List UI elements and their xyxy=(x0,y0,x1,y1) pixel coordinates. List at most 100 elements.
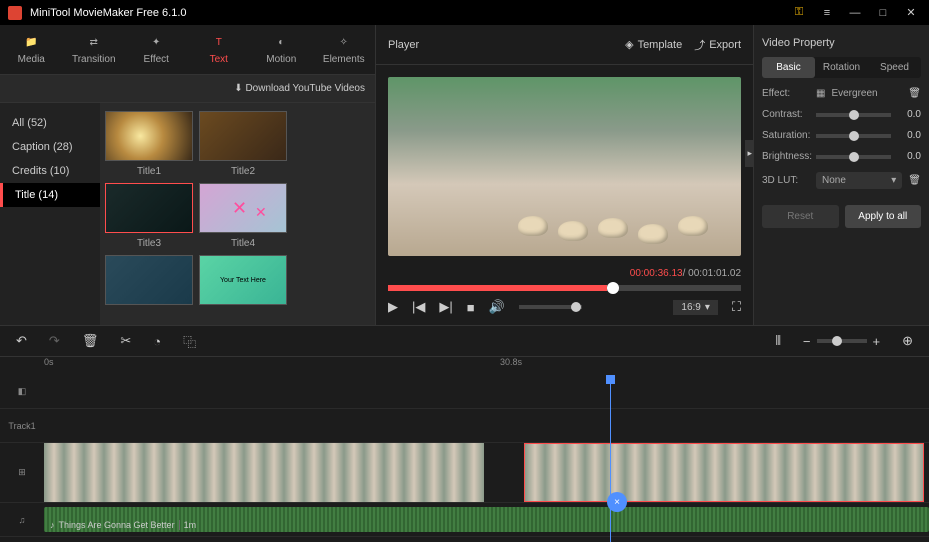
marker-track: ◧ xyxy=(0,375,929,409)
expand-icon[interactable]: ▸ xyxy=(745,140,754,167)
playhead[interactable] xyxy=(610,375,611,542)
folder-icon: 📁 xyxy=(23,35,39,51)
text-icon: T xyxy=(211,35,227,51)
saturation-slider[interactable] xyxy=(816,134,891,138)
seek-bar[interactable] xyxy=(388,285,741,291)
main-area: 📁Media ⇄Transition ✦Effect TText ◐Motion… xyxy=(0,25,929,325)
tab-effect[interactable]: ✦Effect xyxy=(125,25,188,74)
crop-button[interactable]: ⿻ xyxy=(183,332,196,351)
tab-text[interactable]: TText xyxy=(188,25,251,74)
library-subheader: ⬇ Download YouTube Videos xyxy=(0,75,375,103)
preset-icon[interactable]: ▦ xyxy=(816,88,825,99)
volume-slider[interactable] xyxy=(519,305,582,309)
close-button[interactable]: ✕ xyxy=(901,3,921,23)
snap-button[interactable]: ⫴ xyxy=(775,333,780,349)
time-display: 00:00:36.13 / 00:01:01.02 xyxy=(376,268,753,285)
transition-marker[interactable]: × xyxy=(607,492,627,512)
apply-all-button[interactable]: Apply to all xyxy=(845,205,922,228)
props-tabs: Basic Rotation Speed xyxy=(762,57,921,78)
video-clip[interactable] xyxy=(44,443,484,502)
note-icon: ♪ xyxy=(50,520,55,530)
effect-value: Evergreen xyxy=(831,88,902,99)
export-button[interactable]: ⤴ Export xyxy=(694,37,741,53)
tracks-area: ◧ Track1 ⊞ × ♫ ♪ Things Are Gonna Get Be… xyxy=(0,375,929,542)
fit-button[interactable]: ⊕ xyxy=(902,333,913,349)
play-button[interactable]: ▶ xyxy=(388,299,398,315)
contrast-row: Contrast: 0.0 xyxy=(762,109,921,120)
thumb-item[interactable] xyxy=(105,255,193,310)
app-logo xyxy=(8,6,22,20)
cat-title[interactable]: Title (14) xyxy=(0,183,100,207)
video-clip-selected[interactable]: × xyxy=(524,443,924,502)
download-link[interactable]: ⬇ Download YouTube Videos xyxy=(234,83,365,94)
thumbnail xyxy=(105,255,193,305)
tab-elements[interactable]: ✧Elements xyxy=(313,25,376,74)
key-icon[interactable]: ⚿ xyxy=(789,3,809,23)
video-track: ⊞ × xyxy=(0,443,929,503)
marker-icon[interactable]: ◧ xyxy=(0,386,44,397)
app-title: MiniTool MovieMaker Free 6.1.0 xyxy=(30,7,781,19)
zoom-in-button[interactable]: + xyxy=(873,334,881,349)
brightness-slider[interactable] xyxy=(816,155,891,159)
thumbnail xyxy=(105,111,193,161)
contrast-slider[interactable] xyxy=(816,113,891,117)
aspect-select[interactable]: 16:9 ▾ xyxy=(673,300,718,315)
zoom-control: − + xyxy=(803,334,880,349)
current-time: 00:00:36.13 xyxy=(630,268,683,279)
proptab-speed[interactable]: Speed xyxy=(868,57,921,78)
thumb-item[interactable]: Title4 xyxy=(199,183,287,249)
delete-button[interactable]: 🗑 xyxy=(82,333,99,349)
speed-button[interactable]: ◔ xyxy=(153,334,161,349)
trash-icon[interactable]: 🗑 xyxy=(908,175,921,186)
player-header: Player ◈ Template ⤴ Export xyxy=(376,25,753,65)
stop-button[interactable]: ■ xyxy=(467,300,475,315)
cat-caption[interactable]: Caption (28) xyxy=(0,135,100,159)
elements-icon: ✧ xyxy=(336,35,352,51)
track-label: Track1 xyxy=(0,421,44,431)
undo-button[interactable]: ↶ xyxy=(16,333,27,349)
fullscreen-button[interactable]: ⛶ xyxy=(732,299,741,315)
lut-select[interactable]: None▾ xyxy=(816,172,902,189)
template-button[interactable]: ◈ Template xyxy=(625,37,682,53)
prev-button[interactable]: |◀ xyxy=(412,299,425,315)
zoom-out-button[interactable]: − xyxy=(803,334,811,349)
volume-button[interactable]: 🔊 xyxy=(489,299,505,315)
next-button[interactable]: ▶| xyxy=(439,299,452,315)
tab-transition[interactable]: ⇄Transition xyxy=(63,25,126,74)
chevron-down-icon: ▾ xyxy=(891,175,896,186)
property-panel: Video Property Basic Rotation Speed Effe… xyxy=(754,25,929,325)
cat-all[interactable]: All (52) xyxy=(0,111,100,135)
thumb-item[interactable]: Title3 xyxy=(105,183,193,249)
thumb-item[interactable]: Your Text Here xyxy=(199,255,287,310)
transition-icon: ⇄ xyxy=(86,35,102,51)
proptab-basic[interactable]: Basic xyxy=(762,57,815,78)
menu-icon[interactable]: ≡ xyxy=(817,3,837,23)
player-title: Player xyxy=(388,39,419,51)
maximize-button[interactable]: □ xyxy=(873,3,893,23)
thumbnail xyxy=(199,183,287,233)
trash-icon[interactable]: 🗑 xyxy=(908,88,921,99)
titlebar: MiniTool MovieMaker Free 6.1.0 ⚿ ≡ — □ ✕ xyxy=(0,0,929,25)
audio-clip[interactable]: ♪ Things Are Gonna Get Better 1m xyxy=(44,507,929,532)
cat-credits[interactable]: Credits (10) xyxy=(0,159,100,183)
saturation-row: Saturation: 0.0 xyxy=(762,130,921,141)
tab-media[interactable]: 📁Media xyxy=(0,25,63,74)
effect-row: Effect: ▦ Evergreen 🗑 xyxy=(762,88,921,99)
time-ruler[interactable]: 0s 30.8s xyxy=(0,357,929,375)
props-title: Video Property xyxy=(762,33,921,57)
seek-handle[interactable] xyxy=(607,282,619,294)
video-preview[interactable] xyxy=(388,77,741,256)
tab-motion[interactable]: ◐Motion xyxy=(250,25,313,74)
redo-button[interactable]: ↷ xyxy=(49,333,60,349)
seek-fill xyxy=(388,285,607,291)
minimize-button[interactable]: — xyxy=(845,3,865,23)
thumb-item[interactable]: Title1 xyxy=(105,111,193,177)
reset-button[interactable]: Reset xyxy=(762,205,839,228)
proptab-rotation[interactable]: Rotation xyxy=(815,57,868,78)
lut-row: 3D LUT: None▾ 🗑 xyxy=(762,172,921,189)
video-icon: ⊞ xyxy=(0,467,44,478)
zoom-slider[interactable] xyxy=(817,339,867,343)
split-button[interactable]: ✂ xyxy=(120,333,131,349)
thumb-item[interactable]: Title2 xyxy=(199,111,287,177)
duration: / 00:01:01.02 xyxy=(683,268,741,279)
